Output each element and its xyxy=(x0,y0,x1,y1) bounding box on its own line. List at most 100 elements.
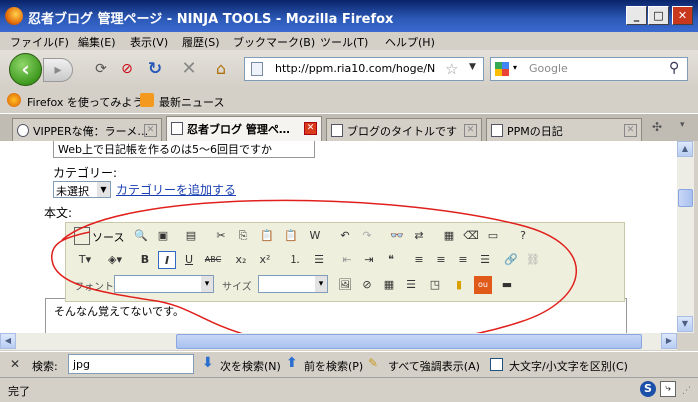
horizontal-scroll-thumb[interactable] xyxy=(176,334,642,349)
forward-button[interactable]: ▸ xyxy=(43,58,73,82)
scroll-down-icon[interactable]: ▼ xyxy=(677,316,693,332)
flash-icon[interactable]: ⊘ xyxy=(358,276,376,294)
preview-icon[interactable]: 🔍 xyxy=(132,227,150,245)
tab-close-icon[interactable]: ✕ xyxy=(144,124,157,137)
paste-word-icon[interactable]: W xyxy=(306,227,324,245)
menu-history[interactable]: 履歴(S) xyxy=(182,34,220,50)
highlight-all-button[interactable]: すべて強調表示(A) xyxy=(388,358,480,374)
more-icon[interactable]: ▬ xyxy=(498,276,516,294)
bold-icon[interactable]: B xyxy=(136,251,154,269)
find-next-button[interactable]: 次を検索(N) xyxy=(220,358,281,374)
tab-vipper[interactable]: VIPPERな俺：ラーメ… ✕ xyxy=(12,118,162,141)
search-icon[interactable]: ⚲ xyxy=(669,60,679,76)
stop-x-icon[interactable]: ✕ xyxy=(180,60,198,78)
vertical-scroll-thumb[interactable] xyxy=(678,189,693,207)
scroll-left-icon[interactable]: ◀ xyxy=(0,333,16,349)
vertical-scrollbar[interactable]: ▲ ▼ xyxy=(677,141,694,333)
replace-icon[interactable]: ⇄ xyxy=(410,227,428,245)
subscript-icon[interactable]: x₂ xyxy=(232,251,250,269)
reload-icon[interactable]: ↻ xyxy=(146,60,164,78)
indent-icon[interactable]: ⇥ xyxy=(360,251,378,269)
align-center-icon[interactable]: ≡ xyxy=(432,251,450,269)
italic-icon[interactable]: I xyxy=(158,251,176,269)
menu-tools[interactable]: ツール(T) xyxy=(320,34,368,50)
addon-icon[interactable]: ⤷ xyxy=(660,381,676,397)
history-icon[interactable]: ⟳ xyxy=(92,60,110,78)
table-icon[interactable]: ▦ xyxy=(380,276,398,294)
stop-icon[interactable]: ⊘ xyxy=(118,60,136,78)
paste-text-icon[interactable]: 📋 xyxy=(282,227,300,245)
undo-icon[interactable]: ↶ xyxy=(336,227,354,245)
close-button[interactable]: ✕ xyxy=(672,6,693,25)
numbered-list-icon[interactable]: ⒈ xyxy=(286,251,304,269)
title-input[interactable]: Web上で日記帳を作るのは5～6回目ですか xyxy=(53,141,315,158)
source-button[interactable]: ソース xyxy=(92,229,124,245)
address-bar[interactable]: http://ppm.ria10.com/hoge/NewEr ☆ ▼ xyxy=(244,57,484,81)
copy-icon[interactable]: ⎘ xyxy=(234,227,252,245)
maximize-icon[interactable]: ▭ xyxy=(484,227,502,245)
pagebreak-icon[interactable]: ou xyxy=(474,276,492,294)
strike-icon[interactable]: ABC xyxy=(202,251,224,269)
tab-close-icon[interactable]: ✕ xyxy=(304,122,317,135)
find-prev-button[interactable]: 前を検索(P) xyxy=(304,358,363,374)
scroll-right-icon[interactable]: ▶ xyxy=(661,333,677,349)
match-case-checkbox[interactable] xyxy=(490,358,503,371)
justify-icon[interactable]: ☰ xyxy=(476,251,494,269)
menu-file[interactable]: ファイル(F) xyxy=(10,34,69,50)
tab-close-icon[interactable]: ✕ xyxy=(464,124,477,137)
about-icon[interactable]: ? xyxy=(514,227,532,245)
blockquote-icon[interactable]: ❝ xyxy=(382,251,400,269)
back-button[interactable]: ‹ xyxy=(9,53,42,86)
redo-icon[interactable]: ↷ xyxy=(358,227,376,245)
search-bar[interactable]: ▾ Google ⚲ xyxy=(490,57,688,81)
special-char-icon[interactable]: ◳ xyxy=(426,276,444,294)
paste-icon[interactable]: 📋 xyxy=(258,227,276,245)
menu-help[interactable]: ヘルプ(H) xyxy=(385,34,435,50)
cut-icon[interactable]: ✂ xyxy=(212,227,230,245)
add-category-link[interactable]: カテゴリーを追加する xyxy=(116,181,236,198)
select-all-icon[interactable]: ▦ xyxy=(440,227,458,245)
bookmark-latest-news[interactable]: 最新ニュース xyxy=(159,94,224,110)
hr-icon[interactable]: ☰ xyxy=(402,276,420,294)
horizontal-scrollbar[interactable]: ◀ ▶ xyxy=(0,333,677,350)
tab-list-icon[interactable]: ✣ xyxy=(652,120,662,134)
bookmark-star-icon[interactable]: ☆ xyxy=(445,60,458,78)
bulleted-list-icon[interactable]: ☰ xyxy=(310,251,328,269)
align-left-icon[interactable]: ≡ xyxy=(410,251,428,269)
home-icon[interactable]: ⌂ xyxy=(212,60,230,78)
menu-edit[interactable]: 編集(E) xyxy=(78,34,116,50)
save-icon[interactable]: ▣ xyxy=(154,227,172,245)
tab-ninja-admin[interactable]: 忍者ブログ 管理ペ… ✕ xyxy=(166,116,322,141)
match-case-label[interactable]: 大文字/小文字を区別(C) xyxy=(509,358,628,374)
unlink-icon[interactable]: ⛓ xyxy=(524,251,542,269)
tab-close-icon[interactable]: ✕ xyxy=(624,124,637,137)
font-select[interactable] xyxy=(114,275,214,293)
maximize-button[interactable]: □ xyxy=(648,6,669,25)
url-dropdown-icon[interactable]: ▼ xyxy=(469,62,476,72)
url-text[interactable]: http://ppm.ria10.com/hoge/NewEr xyxy=(275,62,435,75)
tab-overflow-icon[interactable]: ▾ xyxy=(680,120,685,130)
bg-color-icon[interactable]: ◈▾ xyxy=(102,251,128,269)
scroll-up-icon[interactable]: ▲ xyxy=(677,141,693,157)
link-icon[interactable]: 🔗 xyxy=(502,251,520,269)
bookmark-getting-started[interactable]: Firefox を使ってみよう xyxy=(27,94,143,110)
outdent-icon[interactable]: ⇤ xyxy=(338,251,356,269)
align-right-icon[interactable]: ≡ xyxy=(454,251,472,269)
source-icon[interactable] xyxy=(74,227,90,245)
superscript-icon[interactable]: x² xyxy=(256,251,274,269)
menu-view[interactable]: 表示(V) xyxy=(130,34,168,50)
text-color-icon[interactable]: T▾ xyxy=(74,251,96,269)
tab-blog-title[interactable]: ブログのタイトルです ✕ xyxy=(326,118,482,141)
image-icon[interactable]: 🖼 xyxy=(336,276,354,294)
underline-icon[interactable]: U xyxy=(180,251,198,269)
template-icon[interactable]: ▤ xyxy=(182,227,200,245)
size-select[interactable] xyxy=(258,275,328,293)
smiley-icon[interactable]: ▮ xyxy=(450,276,468,294)
category-select[interactable]: 未選択 ▼ xyxy=(53,181,111,198)
google-icon[interactable] xyxy=(495,62,509,76)
find-input[interactable]: jpg xyxy=(68,354,194,374)
tab-ppm-diary[interactable]: PPMの日記 ✕ xyxy=(486,118,642,141)
remove-format-icon[interactable]: ⌫ xyxy=(462,227,480,245)
skype-addon-icon[interactable]: S xyxy=(640,381,656,397)
find-icon[interactable]: 👓 xyxy=(388,227,406,245)
